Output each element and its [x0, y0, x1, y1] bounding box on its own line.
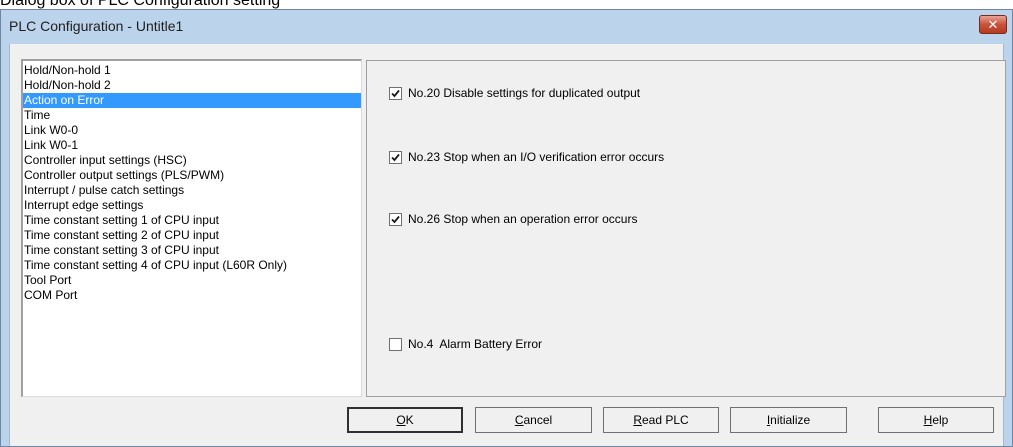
dialog-body: Hold/Non-hold 1 Hold/Non-hold 2 Action on … — [9, 44, 1006, 446]
io-verification-label: No.23 Stop when an I/O verification erro… — [408, 150, 665, 164]
option-battery-error[interactable]: No.4 Alarm Battery Error — [389, 336, 542, 352]
cancel-label: ancel — [523, 413, 553, 427]
option-io-verification[interactable]: No.23 Stop when an I/O verification erro… — [389, 149, 664, 165]
list-item[interactable]: Interrupt edge settings — [23, 198, 361, 213]
list-item[interactable]: Controller output settings (PLS/PWM) — [23, 168, 361, 183]
list-item[interactable]: Time constant setting 1 of CPU input — [23, 213, 361, 228]
list-item[interactable]: Controller input settings (HSC) — [23, 153, 361, 168]
window-title: PLC Configuration - Untitle1 — [9, 18, 184, 34]
operation-error-checkbox[interactable] — [389, 212, 402, 226]
list-item[interactable]: Time constant setting 3 of CPU input — [23, 243, 361, 258]
list-item[interactable]: Time constant setting 2 of CPU input — [23, 228, 361, 243]
battery-error-label: No.4 Alarm Battery Error — [408, 337, 543, 351]
operation-error-label: No.26 Stop when an operation error occur… — [408, 212, 638, 226]
ok-button[interactable]: OK — [347, 407, 463, 433]
duplicated-output-label: No.20 Disable settings for duplicated ou… — [408, 86, 641, 100]
read-plc-mnemonic: R — [633, 413, 642, 427]
list-item[interactable]: Link W0-1 — [23, 138, 361, 153]
list-item[interactable]: COM Port — [23, 288, 361, 303]
settings-category-list[interactable]: Hold/Non-hold 1 Hold/Non-hold 2 Action on … — [21, 59, 362, 397]
list-item[interactable]: Link W0-0 — [23, 123, 361, 138]
list-item[interactable]: Hold/Non-hold 2 — [23, 78, 361, 93]
list-item[interactable]: Action on Error — [23, 93, 361, 108]
option-operation-error[interactable]: No.26 Stop when an operation error occur… — [389, 211, 637, 227]
cancel-button[interactable]: Cancel — [475, 407, 592, 433]
checkmark-icon — [391, 153, 400, 161]
list-item[interactable]: Time constant setting 4 of CPU input (L6… — [23, 258, 361, 273]
action-on-error-panel: No.20 Disable settings for duplicated ou… — [366, 60, 1006, 397]
option-duplicated-output[interactable]: No.20 Disable settings for duplicated ou… — [389, 85, 640, 101]
title-bar[interactable]: PLC Configuration - Untitle1 ✕ — [1, 10, 1012, 44]
figure-caption: Dialog box of PLC Configuration setting — [0, 0, 281, 9]
ok-mnemonic: O — [396, 413, 406, 427]
checkmark-icon — [391, 89, 400, 97]
battery-error-checkbox[interactable] — [389, 337, 402, 351]
read-plc-button[interactable]: Read PLC — [603, 407, 719, 433]
list-item[interactable]: Hold/Non-hold 1 — [23, 63, 361, 78]
io-verification-checkbox[interactable] — [389, 150, 402, 164]
ok-label: K — [405, 413, 414, 427]
close-button[interactable]: ✕ — [979, 15, 1007, 34]
initialize-label: nitialize — [770, 413, 811, 427]
read-plc-label: ead PLC — [641, 413, 689, 427]
list-item[interactable]: Time — [23, 108, 361, 123]
checkmark-icon — [391, 215, 400, 223]
list-item[interactable]: Tool Port — [23, 273, 361, 288]
help-label: elp — [932, 413, 949, 427]
close-icon: ✕ — [987, 17, 999, 32]
initialize-button[interactable]: Initialize — [730, 407, 847, 433]
plc-configuration-dialog: PLC Configuration - Untitle1 ✕ Hold/Non-… — [0, 9, 1013, 447]
duplicated-output-checkbox[interactable] — [389, 86, 402, 100]
list-item[interactable]: Interrupt / pulse catch settings — [23, 183, 361, 198]
help-button[interactable]: Help — [878, 407, 994, 433]
